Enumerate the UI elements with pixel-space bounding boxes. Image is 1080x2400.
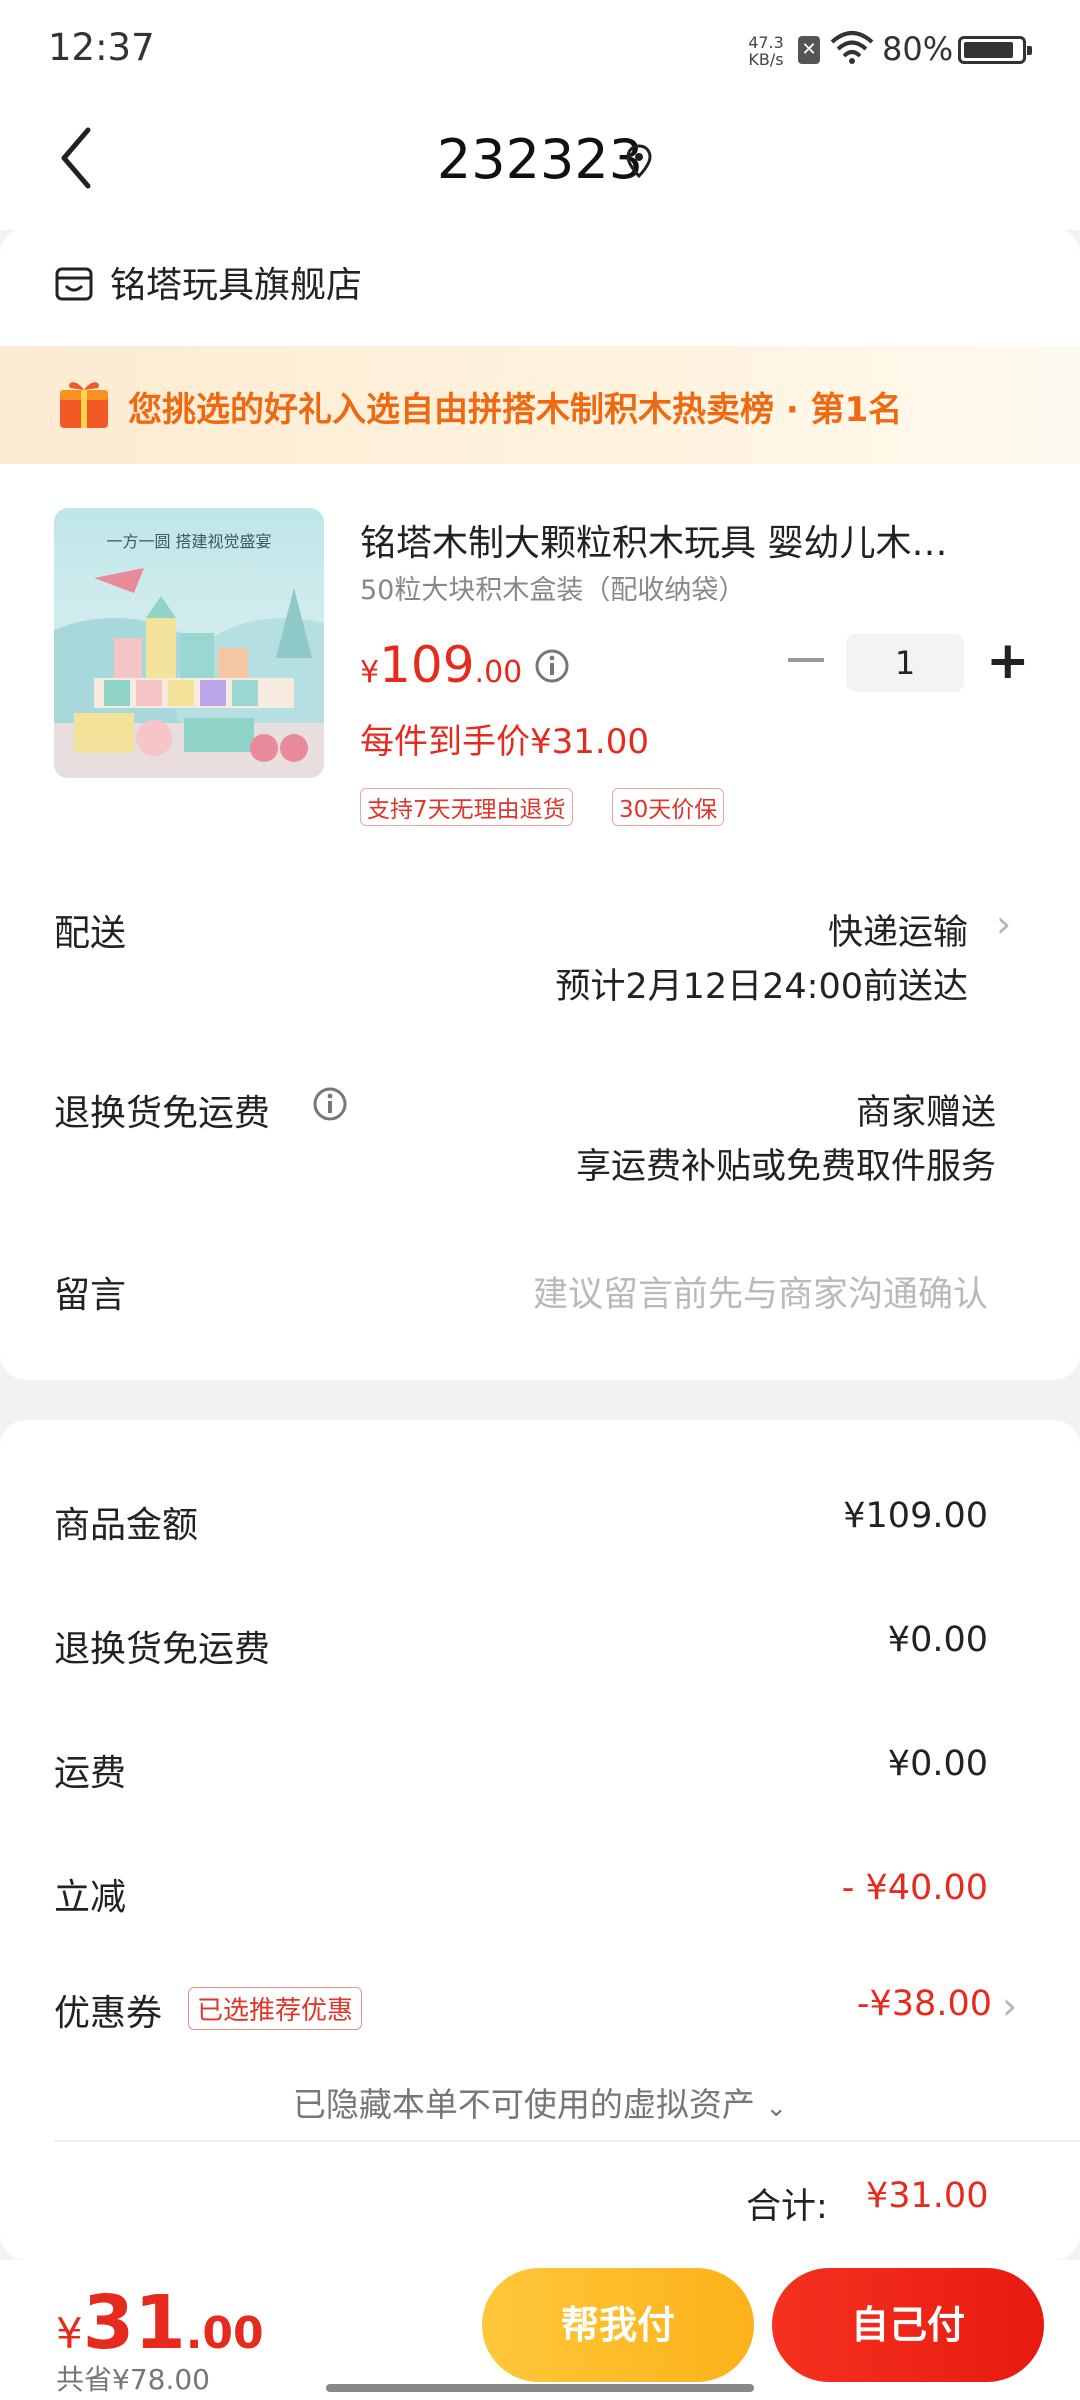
message-input[interactable]: 建议留言前先与商家沟通确认	[533, 1266, 988, 1317]
ranking-banner: 您挑选的好礼入选自由拼搭木制积木热卖榜 · 第1名	[0, 346, 1080, 464]
store-name[interactable]: 铭塔玩具旗舰店	[110, 256, 362, 308]
net-speed-value: 47.3	[748, 33, 784, 52]
goods-amount-label: 商品金额	[54, 1505, 199, 1546]
ranking-text: 您挑选的好礼入选自由拼搭木制积木热卖榜 · 第1名	[128, 390, 903, 430]
pay-symbol: ¥	[56, 2309, 83, 2358]
quantity-plus-button[interactable]: +	[986, 632, 1030, 690]
pay-amount: ¥31.00	[56, 2280, 264, 2366]
wifi-icon	[830, 31, 874, 64]
divider	[54, 2140, 1080, 2142]
return-freight-summary-label: 退换货免运费	[54, 1629, 271, 1670]
chevron-down-icon: ⌄	[765, 2093, 788, 2123]
discount-label: 立减	[54, 1877, 127, 1918]
coupon-label: 优惠券	[54, 1993, 163, 2034]
battery-percent: 80%	[882, 30, 954, 68]
price-protect-tag: 30天价保	[612, 788, 725, 826]
hidden-assets-text: 已隐藏本单不可使用的虚拟资产	[292, 2085, 755, 2124]
delivery-label: 配送	[54, 913, 127, 954]
checkout-bar: ¥31.00 共省¥78.00 帮我付 自己付	[0, 2260, 1080, 2400]
delivery-eta: 预计2月12日24:00前送达	[555, 967, 968, 1007]
coupon-chevron-icon[interactable]: ›	[1002, 1984, 1017, 2028]
return-freight-info-icon[interactable]	[312, 1086, 348, 1122]
message-label: 留言	[54, 1275, 127, 1316]
header: 232323	[0, 100, 1080, 230]
delivery-chevron-icon[interactable]: ›	[996, 902, 1011, 946]
product-title[interactable]: 铭塔木制大颗粒积木玩具 婴幼儿木…	[360, 514, 1000, 566]
shipping-label: 运费	[54, 1753, 127, 1794]
pay-integer: 31	[82, 2280, 186, 2366]
product-spec[interactable]: 50粒大块积木盒装（配收纳袋）	[360, 568, 745, 607]
product-price: ¥109.00	[360, 636, 522, 694]
store-icon	[55, 267, 93, 301]
total-label: 合计:	[746, 2187, 828, 2227]
return-freight-value: 商家赠送	[855, 1093, 996, 1133]
goods-amount-value: ¥109.00	[843, 1496, 988, 1536]
hidden-assets-toggle[interactable]: 已隐藏本单不可使用的虚拟资产 ⌄	[0, 2078, 1080, 2126]
price-symbol: ¥	[360, 655, 380, 690]
quantity-minus-button[interactable]	[788, 658, 824, 662]
discount-value: - ¥40.00	[841, 1868, 988, 1908]
help-pay-button[interactable]: 帮我付	[482, 2268, 754, 2382]
address-title[interactable]: 232323	[0, 128, 1080, 191]
saved-amount: 共省¥78.00	[56, 2363, 210, 2396]
return-freight-summary-value: ¥0.00	[887, 1620, 988, 1660]
total-value: ¥31.00	[866, 2176, 989, 2216]
battery-icon	[958, 36, 1032, 64]
coupon-value[interactable]: -¥38.00	[857, 1984, 992, 2024]
no-sim-icon: ✕	[798, 36, 820, 64]
price-info-icon[interactable]	[534, 648, 570, 684]
coupon-recommended-tag: 已选推荐优惠	[188, 1987, 363, 2030]
blocks-illustration	[54, 568, 324, 778]
return-freight-label: 退换货免运费	[54, 1093, 271, 1134]
delivery-method[interactable]: 快递运输	[828, 904, 968, 955]
order-item-card: 铭塔玩具旗舰店 您挑选的好礼入选自由拼搭木制积木热卖榜 · 第1名 一方一圆 搭…	[0, 228, 1080, 1380]
product-image[interactable]: 一方一圆 搭建视觉盛宴	[54, 508, 324, 778]
gift-icon	[60, 382, 108, 428]
pay-decimal: .00	[185, 2308, 264, 2359]
price-integer: 109	[379, 636, 475, 694]
location-pin-icon[interactable]	[626, 144, 652, 178]
status-bar: 12:37 47.3 KB/s ✕ 80%	[0, 0, 1080, 100]
net-speed-unit: KB/s	[748, 50, 784, 69]
self-pay-button[interactable]: 自己付	[772, 2268, 1044, 2382]
home-indicator[interactable]	[326, 2384, 754, 2392]
status-time: 12:37	[48, 26, 155, 69]
price-decimal: .00	[474, 655, 523, 690]
quantity-input[interactable]: 1	[846, 634, 964, 692]
shipping-value: ¥0.00	[887, 1744, 988, 1784]
return-policy-tag: 支持7天无理由退货	[360, 788, 573, 826]
return-freight-desc: 享运费补贴或免费取件服务	[575, 1147, 996, 1187]
unit-price: 每件到手价¥31.00	[360, 722, 649, 762]
net-speed: 47.3 KB/s	[746, 34, 786, 68]
